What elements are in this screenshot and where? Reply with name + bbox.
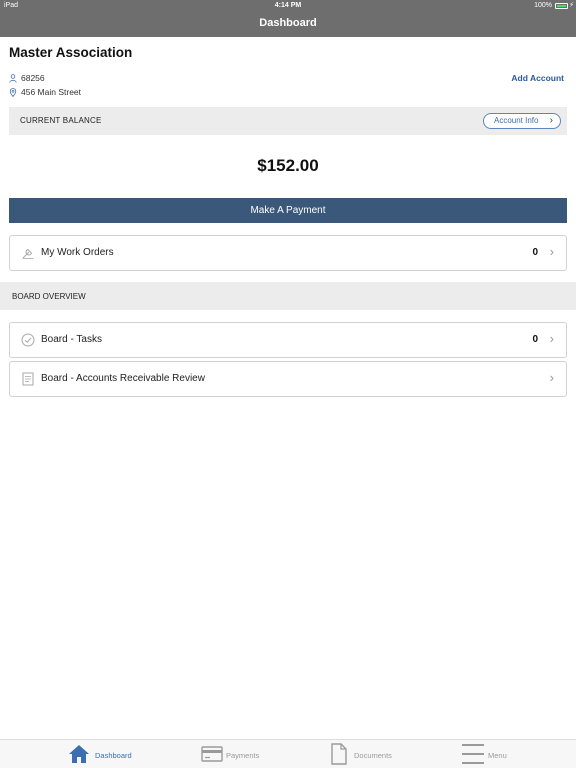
account-info-button[interactable]: Account Info › [483, 113, 561, 129]
board-ar-review-card[interactable]: Board - Accounts Receivable Review › [9, 361, 567, 397]
balance-amount: $152.00 [257, 156, 319, 175]
account-id: 68256 [21, 73, 45, 83]
balance-bar: CURRENT BALANCE Account Info › [9, 107, 567, 135]
work-orders-card[interactable]: My Work Orders 0 › [9, 235, 567, 271]
account-address-row: 456 Main Street [9, 87, 81, 97]
credit-card-icon [201, 746, 223, 762]
battery-icon [555, 3, 568, 9]
tab-menu-label: Menu [488, 751, 507, 760]
clock: 4:14 PM [274, 2, 302, 9]
charging-icon: ⚡ [569, 2, 574, 9]
tab-dashboard[interactable]: Dashboard [60, 740, 170, 768]
make-payment-button[interactable]: Make A Payment [9, 198, 567, 223]
account-id-row: 68256 [9, 73, 45, 83]
tab-documents-label: Documents [354, 751, 392, 760]
add-account-link[interactable]: Add Account [511, 73, 564, 83]
wrench-icon [22, 248, 34, 259]
status-bar: iPad 4:14 PM 100% ⚡ [0, 0, 576, 12]
board-ar-review-label: Board - Accounts Receivable Review [41, 373, 205, 384]
work-orders-count: 0 [532, 247, 538, 258]
tab-dashboard-label: Dashboard [95, 751, 132, 760]
hamburger-menu-icon [462, 744, 484, 764]
user-icon [9, 73, 17, 83]
battery-percent: 100% [534, 2, 552, 9]
balance-label: CURRENT BALANCE [20, 116, 102, 125]
board-tasks-card[interactable]: Board - Tasks 0 › [9, 322, 567, 358]
account-info-label: Account Info [494, 116, 539, 125]
account-name: Master Association [9, 45, 133, 60]
nav-title: Dashboard [0, 12, 576, 37]
board-overview-header: BOARD OVERVIEW [0, 282, 576, 310]
tab-payments-label: Payments [226, 751, 260, 760]
account-address: 456 Main Street [21, 87, 82, 97]
tab-documents[interactable]: Documents [326, 740, 436, 768]
tab-payments[interactable]: Payments [196, 740, 306, 768]
document-icon [331, 743, 347, 765]
board-tasks-count: 0 [532, 334, 538, 345]
tab-menu[interactable]: Menu [458, 740, 568, 768]
checkmark-circle-icon [21, 333, 35, 347]
chevron-right-icon: › [549, 244, 554, 259]
board-overview-label: BOARD OVERVIEW [12, 292, 86, 301]
chevron-right-icon: › [549, 370, 554, 385]
chevron-right-icon: › [549, 331, 554, 346]
tab-bar: Dashboard Payments Documents Menu [0, 739, 576, 768]
chevron-right-icon: › [549, 115, 553, 126]
work-orders-label: My Work Orders [41, 247, 114, 258]
document-list-icon [22, 372, 34, 386]
location-pin-icon [9, 87, 17, 97]
home-icon [69, 745, 89, 763]
board-tasks-label: Board - Tasks [41, 334, 102, 345]
